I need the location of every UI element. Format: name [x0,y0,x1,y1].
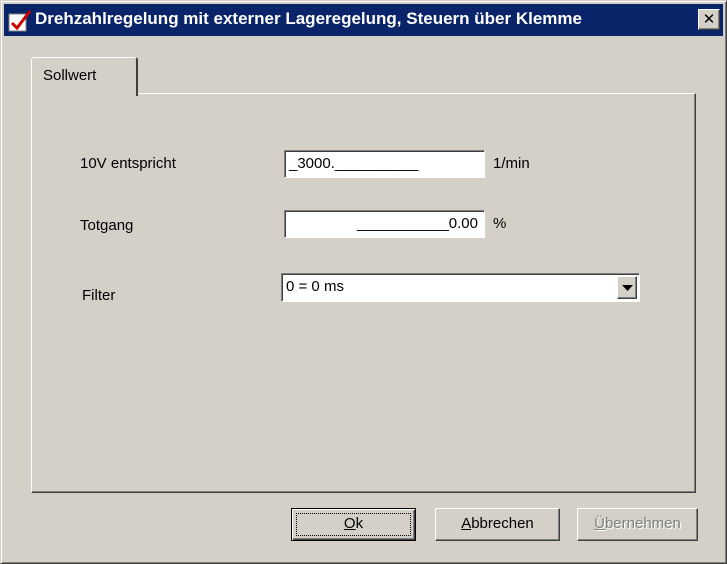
deadband-input[interactable]: ___________0.00 [284,210,485,238]
dialog-window: Drehzahlregelung mit externer Lageregelu… [0,0,727,564]
deadband-unit: % [493,215,507,232]
filter-label: Filter [82,287,116,304]
cancel-button[interactable]: Abbrechen [435,508,560,541]
app-icon [8,10,32,32]
deadband-label: Totgang [80,217,134,234]
close-icon: ✕ [702,10,716,28]
filter-dropdown-button[interactable] [617,276,637,299]
filter-select-value: 0 = 0 ms [286,278,344,295]
apply-button: Übernehmen [577,508,698,541]
dropdown-arrow-icon [622,285,633,291]
volt-unit: 1/min [493,155,530,172]
cancel-mnemonic: A [461,515,472,532]
title-bar[interactable]: Drehzahlregelung mit externer Lageregelu… [4,4,723,36]
apply-mnemonic: Ü [594,515,605,532]
window-title: Drehzahlregelung mit externer Lageregelu… [35,9,582,28]
apply-label: bernehmen [604,515,681,532]
cancel-label: bbrechen [471,515,534,532]
ok-button[interactable]: Ok [291,508,416,541]
volt-input[interactable]: _3000.__________ [284,150,485,178]
tab-label: Sollwert [43,67,97,84]
focus-rect [296,513,411,536]
close-button[interactable]: ✕ [698,9,720,30]
tab-sollwert[interactable]: Sollwert [31,57,138,96]
filter-select[interactable]: 0 = 0 ms [281,273,640,302]
volt-label: 10V entspricht [80,155,176,172]
